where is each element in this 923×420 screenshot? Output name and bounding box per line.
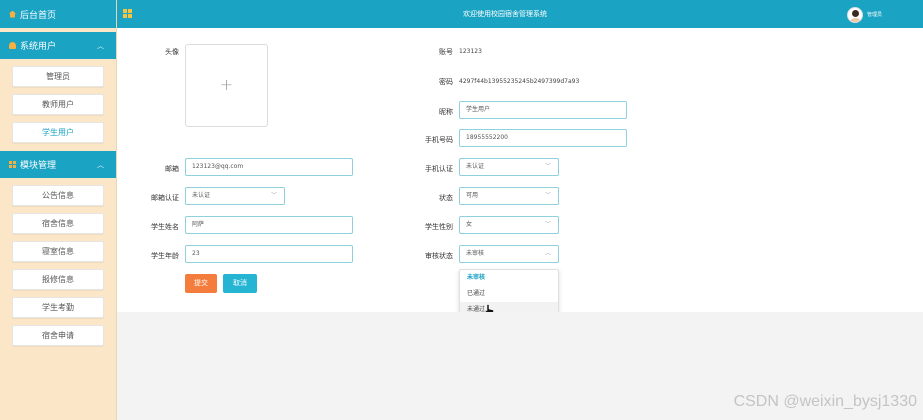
audit-option-approved[interactable]: 已通过 bbox=[460, 286, 558, 302]
student-age-label: 学生年龄 bbox=[151, 252, 179, 260]
cancel-button[interactable]: 取消 bbox=[223, 274, 257, 293]
email-label: 邮箱 bbox=[165, 165, 179, 173]
sidebar-list-system-users: 管理员 教师用户 学生用户 bbox=[0, 66, 116, 147]
sidebar-item-dorm[interactable]: 宿舍信息 bbox=[12, 213, 104, 234]
chevron-up-icon: ︿ bbox=[97, 161, 104, 169]
sidebar-group-modules[interactable]: 模块管理 ︿ bbox=[0, 151, 116, 178]
phone-verify-label: 手机认证 bbox=[425, 165, 453, 173]
sidebar-home[interactable]: 后台首页 bbox=[0, 0, 116, 28]
account-value: 123123 bbox=[459, 48, 482, 55]
student-age-input[interactable]: 23 bbox=[185, 245, 353, 263]
sidebar-item-attendance[interactable]: 学生考勤 bbox=[12, 297, 104, 318]
sidebar-item-notice[interactable]: 公告信息 bbox=[12, 185, 104, 206]
home-icon bbox=[9, 10, 16, 18]
top-bar: 欢迎使用校园宿舍管理系统 管理员 bbox=[117, 0, 923, 28]
audit-label: 审核状态 bbox=[425, 252, 453, 260]
gender-label: 学生性别 bbox=[425, 223, 453, 231]
chevron-down-icon: ﹀ bbox=[544, 163, 551, 170]
user-icon bbox=[9, 42, 16, 49]
sidebar-group-label: 系统用户 bbox=[20, 42, 57, 52]
plus-icon: + bbox=[219, 75, 234, 94]
sidebar-item-room[interactable]: 寝室信息 bbox=[12, 241, 104, 262]
gender-select[interactable]: 女 ﹀ bbox=[459, 216, 559, 234]
email-input[interactable]: 123123@qq.com bbox=[185, 158, 353, 176]
student-edit-form: 头像 + 邮箱 123123@qq.com 邮箱认证 未认证 ﹀ 学生姓名 阿萨… bbox=[117, 28, 923, 322]
sidebar-item-dorm-apply[interactable]: 宿舍申请 bbox=[12, 325, 104, 346]
grid-icon bbox=[9, 161, 16, 168]
chevron-up-icon: ︿ bbox=[97, 42, 104, 50]
phone-verify-select[interactable]: 未认证 ﹀ bbox=[459, 158, 559, 176]
phone-verify-value: 未认证 bbox=[466, 163, 485, 170]
chevron-down-icon: ﹀ bbox=[544, 192, 551, 199]
student-name-label: 学生姓名 bbox=[151, 223, 179, 231]
chevron-up-icon: ︿ bbox=[544, 250, 551, 257]
page-title: 欢迎使用校园宿舍管理系统 bbox=[463, 10, 547, 18]
email-verify-value: 未认证 bbox=[192, 192, 211, 199]
phone-label: 手机号码 bbox=[425, 136, 453, 144]
sidebar-home-label: 后台首页 bbox=[20, 10, 57, 21]
avatar-label: 头像 bbox=[165, 48, 179, 56]
submit-button[interactable]: 提交 bbox=[185, 274, 217, 293]
status-label: 状态 bbox=[439, 194, 453, 202]
sidebar: 后台首页 系统用户 ︿ 管理员 教师用户 学生用户 模块管理 ︿ 公告信息 宿舍… bbox=[0, 0, 117, 420]
email-verify-label: 邮箱认证 bbox=[151, 194, 179, 202]
nickname-input[interactable]: 学生用户 bbox=[459, 101, 627, 119]
sidebar-item-repair[interactable]: 报修信息 bbox=[12, 269, 104, 290]
phone-input[interactable]: 18955552200 bbox=[459, 129, 627, 147]
sidebar-item-teacher[interactable]: 教师用户 bbox=[12, 94, 104, 115]
student-name-input[interactable]: 阿萨 bbox=[185, 216, 353, 234]
avatar-upload[interactable]: + bbox=[185, 44, 268, 127]
sidebar-item-admin[interactable]: 管理员 bbox=[12, 66, 104, 87]
account-label: 账号 bbox=[439, 48, 453, 56]
audit-select[interactable]: 未审核 ︿ bbox=[459, 245, 559, 263]
status-select[interactable]: 可用 ﹀ bbox=[459, 187, 559, 205]
menu-grid-icon[interactable] bbox=[123, 9, 132, 18]
password-value: 4297f44b13955235245b2497399d7a93 bbox=[459, 78, 580, 85]
status-value: 可用 bbox=[466, 192, 479, 199]
audit-option-pending[interactable]: 未审核 bbox=[460, 270, 558, 286]
chevron-down-icon: ﹀ bbox=[544, 221, 551, 228]
avatar[interactable] bbox=[847, 7, 863, 23]
username[interactable]: 管理员 bbox=[867, 11, 882, 18]
sidebar-item-student[interactable]: 学生用户 bbox=[12, 122, 104, 143]
password-label: 密码 bbox=[439, 78, 453, 86]
nickname-label: 昵称 bbox=[439, 108, 453, 116]
sidebar-group-system-users[interactable]: 系统用户 ︿ bbox=[0, 32, 116, 59]
chevron-down-icon: ﹀ bbox=[270, 192, 277, 199]
email-verify-select[interactable]: 未认证 ﹀ bbox=[185, 187, 285, 205]
sidebar-list-modules: 公告信息 宿舍信息 寝室信息 报修信息 学生考勤 宿舍申请 bbox=[0, 185, 116, 350]
gender-value: 女 bbox=[466, 221, 473, 228]
audit-value: 未审核 bbox=[466, 250, 485, 257]
watermark: CSDN @weixin_bysj1330 bbox=[733, 393, 917, 410]
sidebar-group-label: 模块管理 bbox=[20, 161, 57, 171]
